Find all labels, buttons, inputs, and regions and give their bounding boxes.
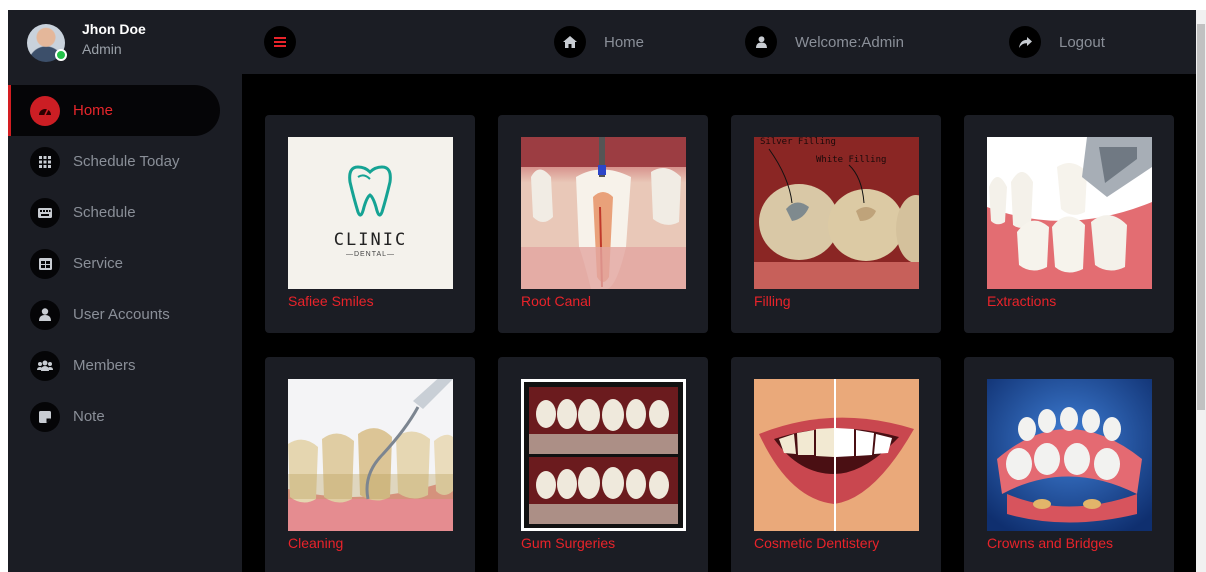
clinic-logo-image: CLINIC —DENTAL— [288, 137, 453, 289]
service-card-root-canal[interactable]: Root Canal [498, 115, 708, 333]
hamburger-icon [274, 37, 286, 47]
service-card-gum-surgeries[interactable]: Gum Surgeries [498, 357, 708, 572]
sidebar-item-note[interactable]: Note [8, 391, 242, 442]
keyboard-icon [30, 197, 60, 228]
sidebar-item-label: User Accounts [73, 306, 170, 323]
sticky-note-icon [30, 401, 60, 432]
service-card-title: Filling [754, 293, 791, 309]
grid-icon [30, 146, 60, 177]
service-card-filling[interactable]: Silver Filling White Filling Filling [731, 115, 941, 333]
dashboard-icon [30, 95, 60, 126]
service-card-safiee-smiles[interactable]: CLINIC —DENTAL— Safiee Smiles [265, 115, 475, 333]
vertical-scrollbar[interactable] [1196, 10, 1206, 572]
service-card-title: Root Canal [521, 293, 592, 309]
filling-image: Silver Filling White Filling [754, 137, 919, 289]
welcome-user[interactable]: Welcome:Admin [745, 26, 904, 58]
service-card-title: Safiee Smiles [288, 293, 374, 309]
sidebar-item-label: Schedule Today [73, 153, 180, 170]
crowns-image [987, 379, 1152, 531]
welcome-label: Welcome:Admin [795, 33, 904, 51]
menu-toggle-button[interactable] [264, 26, 296, 58]
sidebar-item-schedule-today[interactable]: Schedule Today [8, 136, 242, 187]
white-filling-label: White Filling [816, 155, 887, 165]
sidebar-item-label: Members [73, 357, 136, 374]
cosmetic-image [754, 379, 919, 531]
sidebar-item-home[interactable]: Home [8, 85, 220, 136]
users-icon [30, 350, 60, 381]
online-status-icon [55, 49, 67, 61]
home-link[interactable]: Home [554, 26, 644, 58]
service-card-title: Cosmetic Dentistery [754, 535, 880, 551]
service-card-extractions[interactable]: Extractions [964, 115, 1174, 333]
scrollbar-thumb[interactable] [1197, 24, 1205, 410]
user-name: Jhon Doe [82, 21, 146, 37]
gum-surgery-image [521, 379, 686, 531]
sidebar-item-service[interactable]: Service [8, 238, 242, 289]
logout-label: Logout [1059, 33, 1105, 51]
silver-filling-label: Silver Filling [760, 137, 836, 147]
root-canal-image [521, 137, 686, 289]
service-card-title: Cleaning [288, 535, 344, 551]
service-card-crowns-and-bridges[interactable]: Crowns and Bridges [964, 357, 1174, 572]
service-card-cleaning[interactable]: Cleaning [265, 357, 475, 572]
user-role: Admin [82, 41, 122, 57]
home-icon [554, 26, 586, 58]
service-card-cosmetic-dentistery[interactable]: Cosmetic Dentistery [731, 357, 941, 572]
home-link-label: Home [604, 33, 645, 51]
sidebar: Jhon Doe Admin Home Schedule Today Sched… [8, 10, 242, 572]
service-card-title: Gum Surgeries [521, 535, 616, 551]
share-forward-icon [1009, 26, 1041, 58]
cleaning-image [288, 379, 453, 531]
sidebar-nav: Home Schedule Today Schedule Service Use… [8, 85, 242, 442]
extraction-image [987, 137, 1152, 289]
sidebar-item-label: Home [73, 102, 114, 119]
logout-button[interactable]: Logout [1009, 26, 1105, 58]
service-card-title: Crowns and Bridges [987, 535, 1114, 551]
user-icon [745, 26, 777, 58]
sidebar-item-label: Schedule [73, 204, 136, 221]
logo-word: CLINIC [333, 230, 408, 250]
table-icon [30, 248, 60, 279]
user-profile: Jhon Doe Admin [8, 10, 242, 74]
sidebar-item-user-accounts[interactable]: User Accounts [8, 289, 242, 340]
logo-subtext: —DENTAL— [345, 251, 396, 258]
service-card-title: Extractions [987, 293, 1057, 309]
sidebar-item-label: Service [73, 255, 124, 272]
sidebar-item-members[interactable]: Members [8, 340, 242, 391]
sidebar-item-label: Note [73, 408, 105, 425]
top-bar: Home Welcome:Admin Logout [242, 10, 1196, 74]
sidebar-item-schedule[interactable]: Schedule [8, 187, 242, 238]
app-window: Jhon Doe Admin Home Schedule Today Sched… [8, 10, 1196, 572]
user-icon [30, 299, 60, 330]
